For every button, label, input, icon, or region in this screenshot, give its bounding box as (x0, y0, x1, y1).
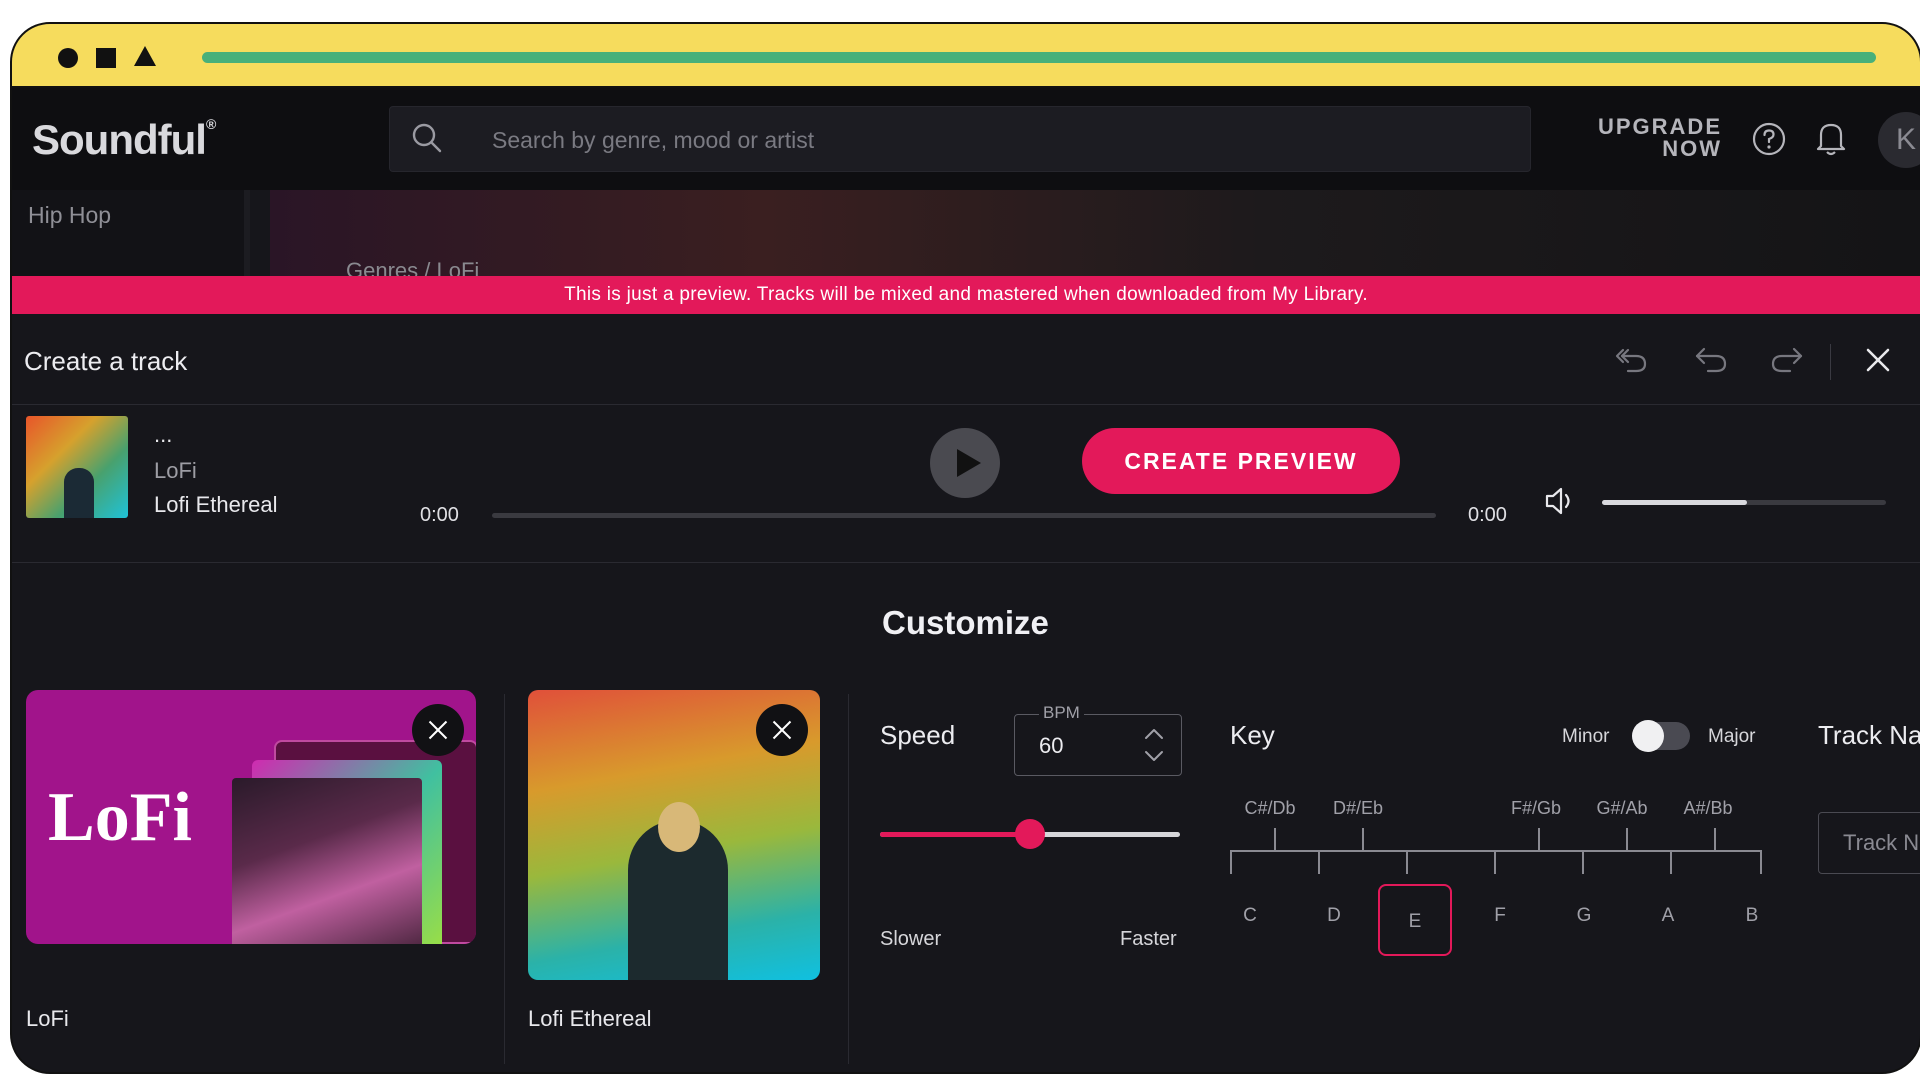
play-button[interactable] (930, 428, 1000, 498)
speed-label: Speed (880, 720, 956, 750)
genre-card-lofi[interactable]: LoFi (26, 690, 476, 944)
template-art-head (658, 802, 700, 852)
preview-notice-banner: This is just a preview. Tracks will be m… (12, 276, 1920, 314)
track-genre: LoFi (154, 458, 197, 483)
remove-genre-button[interactable] (412, 704, 464, 756)
template-card-lofi-ethereal[interactable] (528, 690, 820, 980)
upgrade-now-link[interactable]: UPGRADE NOW (1592, 116, 1722, 160)
key-note-d[interactable]: D (1304, 904, 1364, 928)
key-tick (1274, 828, 1276, 850)
genre-art-photo (232, 778, 422, 944)
track-name-label: Track Name (1818, 720, 1920, 750)
major-minor-toggle[interactable] (1632, 720, 1690, 752)
search-bar[interactable] (389, 106, 1531, 173)
key-note-sharp[interactable]: F#/Gb (1496, 798, 1576, 819)
titlebar-accent-bar (202, 52, 1876, 63)
avatar[interactable]: K (1878, 112, 1920, 168)
key-label: Key (1230, 720, 1275, 750)
panel-divider (12, 404, 1920, 405)
redo-icon[interactable] (1770, 336, 1804, 376)
key-tick (1406, 850, 1408, 874)
volume-icon[interactable] (1544, 486, 1578, 516)
track-template-name: Lofi Ethereal (154, 492, 278, 517)
key-tick (1626, 828, 1628, 850)
stepper-arrows-icon[interactable] (1141, 725, 1167, 765)
slower-label: Slower (880, 928, 942, 950)
close-icon[interactable] (1864, 346, 1892, 374)
panel-title: Create a track (24, 346, 188, 376)
triangle-icon (134, 46, 156, 66)
top-navigation: Soundful® UPGRADENOW K (12, 88, 1920, 190)
volume-slider-fill (1602, 500, 1747, 505)
bell-icon[interactable] (1814, 120, 1848, 156)
key-note-g[interactable]: G (1554, 904, 1614, 928)
key-note-e-selected[interactable]: E (1378, 884, 1452, 956)
key-note-sharp[interactable]: C#/Db (1230, 798, 1310, 819)
app-window: Soundful® UPGRADENOW K Hip Hop Genres / … (10, 22, 1920, 1074)
key-tick (1362, 828, 1364, 850)
genre-card-art-text: LoFi (48, 779, 192, 856)
speed-slider[interactable] (880, 819, 1180, 849)
key-scale-line (1230, 850, 1762, 852)
bpm-stepper[interactable]: BPM 60 (1014, 703, 1182, 776)
restart-icon[interactable] (1614, 336, 1648, 376)
minor-label: Minor (1562, 726, 1610, 747)
header-divider (1830, 344, 1831, 380)
circle-icon (58, 48, 78, 68)
time-total: 0:00 (1468, 504, 1507, 526)
track-title: ... (154, 422, 173, 447)
logo-text: Soundful (32, 116, 207, 163)
help-icon[interactable] (1752, 122, 1786, 156)
search-input[interactable] (490, 107, 1474, 173)
genre-card-label: LoFi (26, 1006, 69, 1031)
player-divider (12, 562, 1920, 563)
playback-progress-bar[interactable] (492, 513, 1436, 518)
upgrade-line1: UPGRADE (1597, 114, 1722, 139)
key-tick (1230, 850, 1232, 874)
key-tick (1670, 850, 1672, 874)
key-tick (1582, 850, 1584, 874)
faster-label: Faster (1120, 928, 1177, 950)
key-note-sharp[interactable]: A#/Bb (1668, 798, 1748, 819)
upgrade-line2: NOW (1662, 136, 1722, 161)
sidebar-item-hip-hop[interactable]: Hip Hop (28, 202, 111, 229)
bpm-legend: BPM (1039, 703, 1084, 723)
customize-title: Customize (882, 604, 1049, 641)
key-note-f[interactable]: F (1470, 904, 1530, 928)
speed-slider-thumb[interactable] (1015, 819, 1045, 849)
window-titlebar (12, 24, 1920, 88)
track-artwork (26, 416, 128, 518)
key-tick (1760, 850, 1762, 874)
template-card-label: Lofi Ethereal (528, 1006, 652, 1031)
track-name-input[interactable] (1818, 812, 1920, 874)
time-elapsed: 0:00 (420, 504, 459, 526)
toggle-knob (1632, 720, 1664, 752)
logo-mark: ® (205, 116, 216, 132)
key-scale (1230, 820, 1762, 874)
artwork-figure (64, 468, 94, 518)
key-tick (1318, 850, 1320, 874)
major-label: Major (1708, 726, 1756, 747)
search-icon (412, 123, 442, 153)
remove-template-button[interactable] (756, 704, 808, 756)
key-note-c[interactable]: C (1220, 904, 1280, 928)
speed-slider-fill (880, 832, 1030, 837)
create-track-panel: Create a track ... LoFi Lofi Ethereal 0:… (12, 314, 1920, 1072)
key-note-sharp[interactable]: D#/Eb (1318, 798, 1398, 819)
key-note-b[interactable]: B (1722, 904, 1782, 928)
key-tick (1538, 828, 1540, 850)
create-preview-button[interactable]: CREATE PREVIEW (1082, 428, 1400, 494)
soundful-logo[interactable]: Soundful® (32, 116, 216, 164)
key-note-sharp[interactable]: G#/Ab (1582, 798, 1662, 819)
key-note-a[interactable]: A (1638, 904, 1698, 928)
bpm-value: 60 (1039, 733, 1064, 758)
card-divider (504, 694, 505, 1064)
card-divider (848, 694, 849, 1064)
square-icon (96, 48, 116, 68)
volume-slider[interactable] (1602, 500, 1886, 505)
key-tick (1714, 828, 1716, 850)
undo-icon[interactable] (1694, 336, 1728, 376)
key-tick (1494, 850, 1496, 874)
